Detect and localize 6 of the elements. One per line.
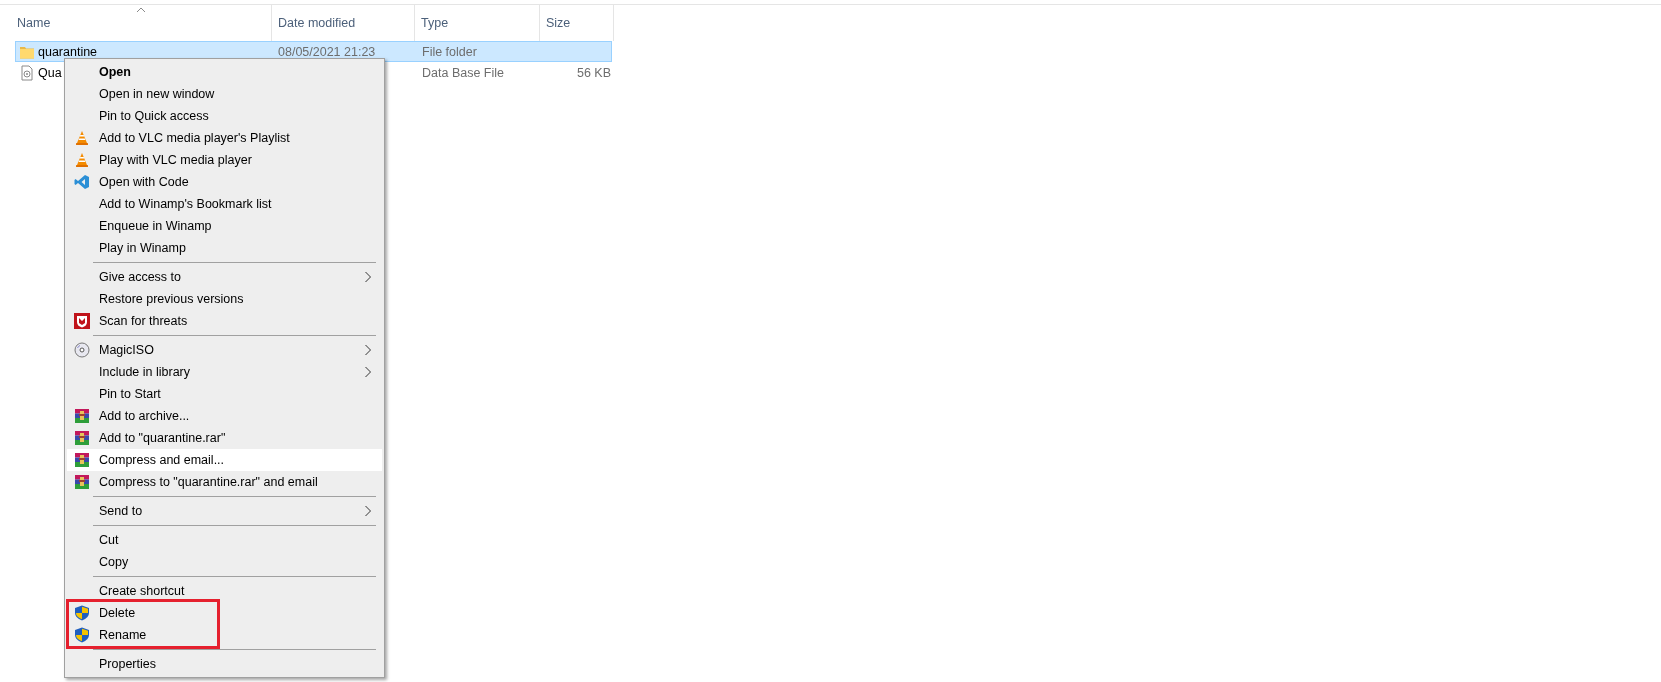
file-name: Qua	[38, 65, 62, 80]
size-cell-text: 56 KB	[575, 65, 611, 80]
date-cell-text: 08/05/2021 21:23	[277, 44, 377, 59]
file-name: quarantine	[38, 44, 98, 59]
type-cell-text: File folder	[421, 44, 478, 59]
type-cell-text: Data Base File	[421, 65, 505, 80]
